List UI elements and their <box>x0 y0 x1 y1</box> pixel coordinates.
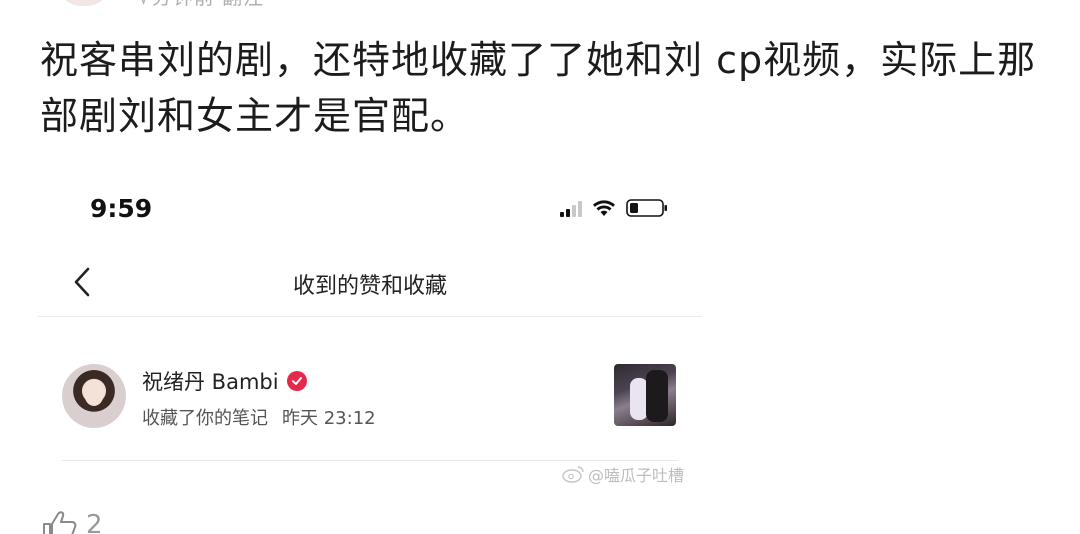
notification-meta: 收藏了你的笔记 昨天 23:12 <box>142 404 376 430</box>
user-name[interactable]: 祝绪丹 Bambi <box>142 366 279 396</box>
notification-user[interactable]: 祝绪丹 Bambi <box>142 366 307 396</box>
page-title: 收到的赞和收藏 <box>292 274 447 299</box>
notification-action: 收藏了你的笔记 <box>142 408 268 429</box>
notification-time: 昨天 23:12 <box>282 408 376 429</box>
signal-icon <box>560 201 582 217</box>
post-header-cut: √分钟前 翻注 <box>56 0 264 9</box>
verified-badge-icon <box>286 371 307 391</box>
divider <box>62 460 678 461</box>
like-count: 2 <box>86 510 103 534</box>
like-button[interactable]: 2 <box>40 510 103 534</box>
embedded-screenshot: 9:59 收到的赞和收藏 祝绪丹 Bambi 收藏了你的笔记 昨天 23:12 <box>38 180 702 490</box>
post-page: √分钟前 翻注 祝客串刘的剧，还特地收藏了了她和刘 cp视频，实际上那部剧刘和女… <box>0 0 1080 534</box>
note-thumbnail[interactable] <box>614 364 676 426</box>
nav-bar: 收到的赞和收藏 <box>38 250 702 317</box>
status-time: 9:59 <box>90 194 153 223</box>
avatar[interactable] <box>62 364 126 428</box>
post-body-text: 祝客串刘的剧，还特地收藏了了她和刘 cp视频，实际上那部剧刘和女主才是官配。 <box>40 38 1037 138</box>
author-avatar[interactable] <box>56 0 112 6</box>
weibo-icon <box>562 466 584 483</box>
battery-icon <box>626 199 668 217</box>
wifi-icon <box>592 199 616 217</box>
status-icons <box>560 199 668 217</box>
watermark: @嗑瓜子吐槽 <box>562 462 684 486</box>
watermark-text: @嗑瓜子吐槽 <box>588 466 685 485</box>
post-meta: √分钟前 翻注 <box>138 0 264 10</box>
notification-item[interactable]: 祝绪丹 Bambi 收藏了你的笔记 昨天 23:12 <box>38 330 702 460</box>
thumbs-up-icon <box>43 511 77 534</box>
